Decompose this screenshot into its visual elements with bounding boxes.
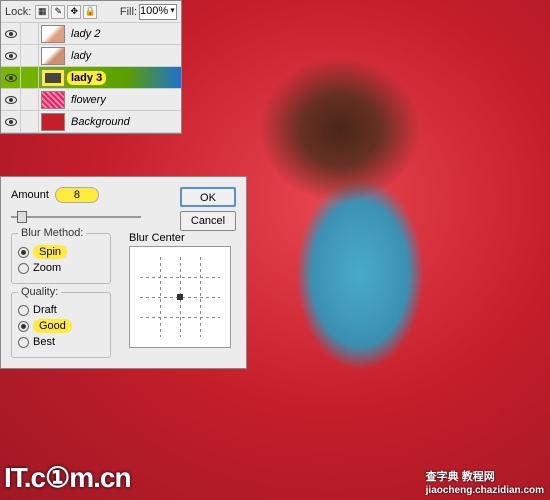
amount-value[interactable]: 8 bbox=[55, 187, 99, 203]
lock-bar: Lock: ▦ ✎ ✥ 🔒 Fill: 100% bbox=[1, 1, 181, 23]
eye-icon bbox=[5, 52, 17, 60]
layer-name: lady bbox=[67, 50, 91, 62]
lock-brush-icon[interactable]: ✎ bbox=[51, 5, 65, 19]
slider-thumb[interactable] bbox=[17, 211, 27, 223]
watermark-left: IT.c①m.cn bbox=[4, 461, 131, 494]
radio-spin[interactable]: Spin bbox=[18, 245, 104, 259]
link-col[interactable] bbox=[21, 67, 39, 88]
blur-center-preview[interactable] bbox=[129, 246, 231, 348]
eye-icon bbox=[5, 118, 17, 126]
blur-method-title: Blur Method: bbox=[18, 227, 86, 239]
eye-icon bbox=[5, 96, 17, 104]
eye-icon bbox=[5, 74, 17, 82]
layer-name: lady 3 bbox=[67, 71, 106, 85]
radio-icon bbox=[18, 337, 29, 348]
radio-icon bbox=[18, 263, 29, 274]
layer-row-lady2[interactable]: lady 2 bbox=[1, 23, 181, 45]
amount-slider[interactable] bbox=[11, 209, 141, 225]
amount-label: Amount bbox=[11, 189, 49, 201]
watermark-right-main: 查字典 教程网 bbox=[426, 471, 495, 483]
radio-icon bbox=[18, 321, 29, 332]
radio-icon bbox=[18, 305, 29, 316]
layer-name: flowery bbox=[67, 94, 106, 106]
blur-center-section: Blur Center bbox=[129, 232, 231, 348]
ok-button[interactable]: OK bbox=[180, 187, 236, 207]
blur-center-label: Blur Center bbox=[129, 232, 231, 244]
lock-label: Lock: bbox=[5, 6, 31, 18]
lock-icons: ▦ ✎ ✥ 🔒 bbox=[35, 5, 97, 19]
radio-label: Spin bbox=[33, 245, 67, 259]
visibility-toggle[interactable] bbox=[1, 45, 21, 66]
blur-center-grid bbox=[140, 257, 220, 337]
radio-label: Best bbox=[33, 336, 55, 348]
quality-title: Quality: bbox=[18, 286, 61, 298]
watermark-right: 查字典 教程网 jiaocheng.chazidian.com bbox=[426, 464, 544, 496]
layer-thumbnail[interactable] bbox=[41, 113, 65, 131]
blur-method-group: Blur Method: Spin Zoom bbox=[11, 233, 111, 284]
layer-name: lady 2 bbox=[67, 28, 100, 40]
slider-track bbox=[11, 216, 141, 218]
layers-panel: Lock: ▦ ✎ ✥ 🔒 Fill: 100% lady 2 lady lad… bbox=[0, 0, 182, 134]
layer-row-lady3[interactable]: lady 3 bbox=[1, 67, 181, 89]
radio-draft[interactable]: Draft bbox=[18, 304, 104, 316]
fill-label: Fill: bbox=[120, 6, 137, 18]
eye-icon bbox=[5, 30, 17, 38]
layer-thumbnail[interactable] bbox=[41, 91, 65, 109]
cancel-button[interactable]: Cancel bbox=[180, 211, 236, 231]
link-col[interactable] bbox=[21, 89, 39, 110]
lock-move-icon[interactable]: ✥ bbox=[67, 5, 81, 19]
radio-label: Good bbox=[33, 319, 72, 333]
visibility-toggle[interactable] bbox=[1, 67, 21, 88]
blur-center-point[interactable] bbox=[177, 294, 183, 300]
link-col[interactable] bbox=[21, 45, 39, 66]
watermark-right-sub: jiaocheng.chazidian.com bbox=[426, 485, 544, 496]
layer-thumbnail[interactable] bbox=[41, 69, 65, 87]
layer-thumbnail[interactable] bbox=[41, 25, 65, 43]
layer-name: Background bbox=[67, 116, 130, 128]
link-col[interactable] bbox=[21, 23, 39, 44]
radio-label: Draft bbox=[33, 304, 57, 316]
radio-label: Zoom bbox=[33, 262, 61, 274]
radio-zoom[interactable]: Zoom bbox=[18, 262, 104, 274]
visibility-toggle[interactable] bbox=[1, 89, 21, 110]
quality-group: Quality: Draft Good Best bbox=[11, 292, 111, 358]
dialog-buttons: OK Cancel bbox=[180, 187, 236, 235]
layer-row-background[interactable]: Background bbox=[1, 111, 181, 133]
lock-all-icon[interactable]: 🔒 bbox=[83, 5, 97, 19]
layer-row-lady[interactable]: lady bbox=[1, 45, 181, 67]
radio-best[interactable]: Best bbox=[18, 336, 104, 348]
fill-input[interactable]: 100% bbox=[139, 4, 177, 20]
link-col[interactable] bbox=[21, 111, 39, 132]
lock-transparent-icon[interactable]: ▦ bbox=[35, 5, 49, 19]
radial-blur-dialog: Amount 8 OK Cancel Blur Method: Spin Zoo… bbox=[0, 176, 247, 369]
radio-icon bbox=[18, 247, 29, 258]
visibility-toggle[interactable] bbox=[1, 111, 21, 132]
layer-row-flowery[interactable]: flowery bbox=[1, 89, 181, 111]
fill-control: Fill: 100% bbox=[120, 4, 177, 20]
layer-thumbnail[interactable] bbox=[41, 47, 65, 65]
radio-good[interactable]: Good bbox=[18, 319, 104, 333]
visibility-toggle[interactable] bbox=[1, 23, 21, 44]
